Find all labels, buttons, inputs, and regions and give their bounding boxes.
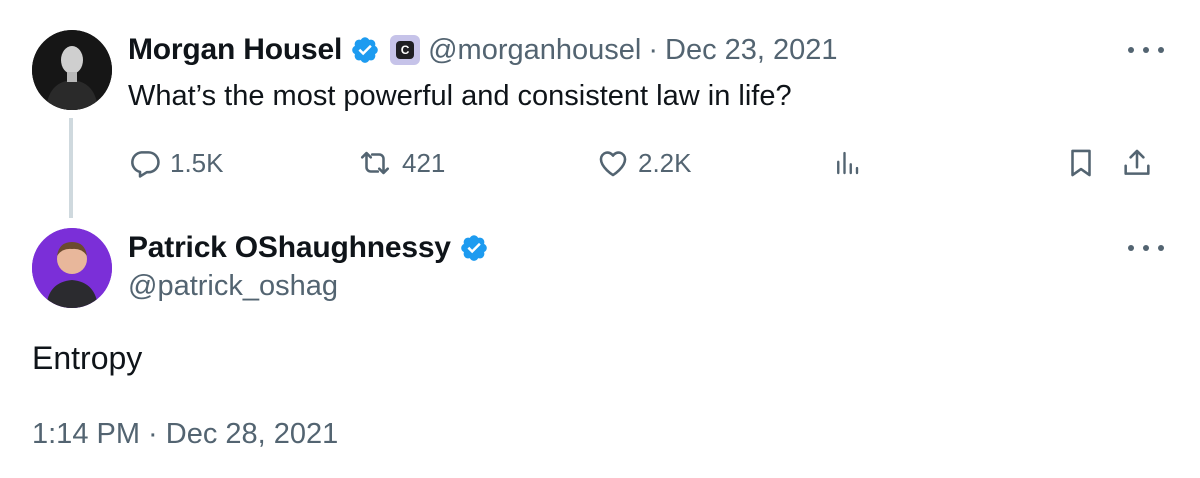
reply-icon — [131, 151, 160, 178]
parent-tweet-text: What’s the most powerful and consistent … — [128, 80, 792, 112]
share-button[interactable] — [1120, 143, 1154, 183]
author-handle[interactable]: @patrick_oshag — [128, 270, 338, 303]
views-icon — [837, 151, 859, 175]
bookmark-icon — [1071, 149, 1091, 177]
reply-button[interactable]: 1.5K — [128, 143, 224, 183]
retweet-button[interactable]: 421 — [356, 143, 445, 183]
main-tweet-header: Patrick OShaughnessy — [128, 228, 489, 268]
like-count: 2.2K — [638, 147, 692, 178]
verified-badge-icon — [352, 37, 378, 63]
affiliate-badge[interactable]: C — [390, 35, 421, 65]
main-more-icon[interactable] — [1128, 242, 1164, 254]
more-dot — [1128, 47, 1134, 53]
avatar-morgan-housel[interactable] — [32, 30, 112, 110]
parent-tweet-header: Morgan Housel C @morganhousel · Dec 23, … — [128, 30, 838, 70]
share-icon — [1124, 149, 1150, 175]
like-button[interactable]: 2.2K — [596, 143, 692, 183]
like-icon — [599, 151, 627, 177]
more-dot — [1158, 47, 1164, 53]
views-button[interactable] — [832, 143, 862, 183]
more-dot — [1158, 245, 1164, 251]
affiliate-badge-logo: C — [396, 41, 415, 59]
avatar-patrick-image — [32, 228, 112, 308]
bookmark-button[interactable] — [1064, 143, 1098, 183]
more-dot — [1128, 245, 1134, 251]
retweet-icon — [360, 151, 390, 175]
tweet-timestamp[interactable]: 1:14 PM · Dec 28, 2021 — [32, 418, 338, 451]
thread-line — [69, 118, 73, 218]
tweet-action-bar: 1.5K 421 2.2K — [128, 143, 1168, 183]
reply-count: 1.5K — [170, 147, 224, 178]
main-tweet-text: Entropy — [32, 340, 143, 376]
avatar-morgan-image — [32, 30, 112, 110]
more-dot — [1143, 47, 1149, 53]
more-dot — [1143, 245, 1149, 251]
parent-more-icon[interactable] — [1128, 44, 1164, 56]
retweet-count: 421 — [402, 147, 446, 178]
author-handle[interactable]: @morganhousel — [428, 34, 641, 67]
author-name[interactable]: Patrick OShaughnessy — [128, 231, 451, 265]
verified-badge-icon — [460, 235, 487, 261]
tweet-date[interactable]: Dec 23, 2021 — [665, 34, 838, 67]
separator-dot: · — [648, 33, 658, 66]
author-name[interactable]: Morgan Housel — [128, 33, 342, 67]
avatar-patrick-oshaughnessy[interactable] — [32, 228, 112, 308]
